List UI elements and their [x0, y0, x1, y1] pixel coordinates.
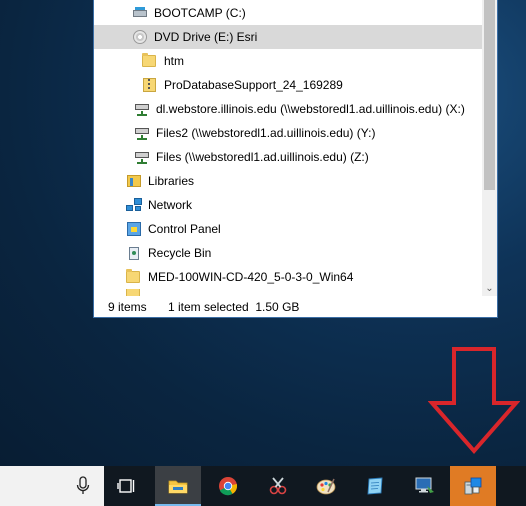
tree-item-network-drive-x[interactable]: dl.webstore.illinois.edu (\\webstoredl1.… [134, 97, 465, 121]
tree-item-network[interactable]: Network [126, 193, 192, 217]
tree-item-med-folder[interactable]: MED-100WIN-CD-420_5-0-3-0_Win64 [126, 265, 353, 289]
tree-item-dvd-drive[interactable]: DVD Drive (E:) Esri [94, 25, 482, 49]
tree-item-label: ProDatabaseSupport_24_169289 [164, 78, 343, 92]
scrollbar-thumb[interactable] [484, 0, 495, 190]
status-bar: 9 items 1 item selected 1.50 GB [94, 296, 497, 317]
tree-item-label: MED-100WIN-CD-420_5-0-3-0_Win64 [148, 270, 354, 284]
task-view-icon [117, 479, 135, 493]
recycle-bin-icon [126, 245, 142, 261]
file-explorer-button[interactable] [155, 466, 201, 506]
tree-item-label: dl.webstore.illinois.edu (\\webstoredl1.… [156, 102, 465, 116]
zip-folder-icon [142, 77, 158, 93]
network-icon [126, 197, 142, 213]
navigation-tree: BOOTCAMP (C:) DVD Drive (E:) Esri htm Pr… [94, 0, 482, 296]
libraries-icon [126, 173, 142, 189]
red-down-arrow-icon [428, 347, 520, 455]
tree-item-label: Network [148, 198, 193, 212]
paint-button[interactable] [303, 466, 349, 506]
tree-item-partial[interactable] [126, 289, 148, 296]
network-drive-icon [134, 101, 150, 117]
tree-item-prodatabasesupport[interactable]: ProDatabaseSupport_24_169289 [142, 73, 343, 97]
folder-icon [126, 269, 142, 285]
tree-item-label: Files2 (\\webstoredl1.ad.uillinois.edu) … [156, 126, 376, 140]
tree-item-label: Files (\\webstoredl1.ad.uillinois.edu) (… [156, 150, 369, 164]
tree-item-label: BOOTCAMP (C:) [154, 6, 246, 20]
tree-item-label: Control Panel [148, 222, 221, 236]
dvd-drive-icon [132, 29, 148, 45]
scroll-down-arrow-icon[interactable]: ⌄ [482, 281, 497, 296]
paint-icon [316, 478, 336, 495]
installer-button[interactable] [450, 466, 496, 506]
local-drive-icon [132, 5, 148, 21]
installer-icon [464, 477, 482, 495]
tree-item-bootcamp[interactable]: BOOTCAMP (C:) [132, 1, 246, 25]
network-drive-icon [134, 125, 150, 141]
item-count: 9 items [108, 300, 147, 314]
tree-item-label: DVD Drive (E:) Esri [154, 30, 258, 44]
tree-item-network-drive-y[interactable]: Files2 (\\webstoredl1.ad.uillinois.edu) … [134, 121, 375, 145]
vertical-scrollbar[interactable]: ⌄ [482, 0, 497, 296]
microphone-icon[interactable] [76, 476, 90, 496]
folder-icon [142, 53, 158, 69]
tree-item-recycle-bin[interactable]: Recycle Bin [126, 241, 211, 265]
chrome-button[interactable] [205, 466, 251, 506]
tree-item-label: Libraries [148, 174, 195, 188]
task-view-button[interactable] [104, 466, 150, 506]
chrome-icon [219, 477, 238, 496]
control-panel-icon [126, 221, 142, 237]
tree-item-label: htm [164, 54, 185, 68]
folder-icon [126, 289, 142, 296]
tree-item-network-drive-z[interactable]: Files (\\webstoredl1.ad.uillinois.edu) (… [134, 145, 369, 169]
file-explorer-icon [168, 480, 188, 494]
taskbar [0, 466, 526, 506]
taskbar-search-box[interactable] [0, 466, 104, 506]
file-explorer-window: BOOTCAMP (C:) DVD Drive (E:) Esri htm Pr… [93, 0, 498, 318]
notepad-button[interactable] [352, 466, 398, 506]
selection-info: 1 item selected 1.50 GB [168, 300, 300, 314]
notepad-icon [367, 477, 383, 495]
tree-item-control-panel[interactable]: Control Panel [126, 217, 221, 241]
tree-item-label: Recycle Bin [148, 246, 212, 260]
tree-item-htm[interactable]: htm [142, 49, 184, 73]
tree-item-libraries[interactable]: Libraries [126, 169, 194, 193]
snipping-tool-button[interactable] [255, 466, 301, 506]
remote-desktop-button[interactable] [402, 466, 448, 506]
network-drive-icon [134, 149, 150, 165]
snipping-tool-icon [269, 477, 287, 495]
remote-desktop-icon [415, 477, 434, 493]
